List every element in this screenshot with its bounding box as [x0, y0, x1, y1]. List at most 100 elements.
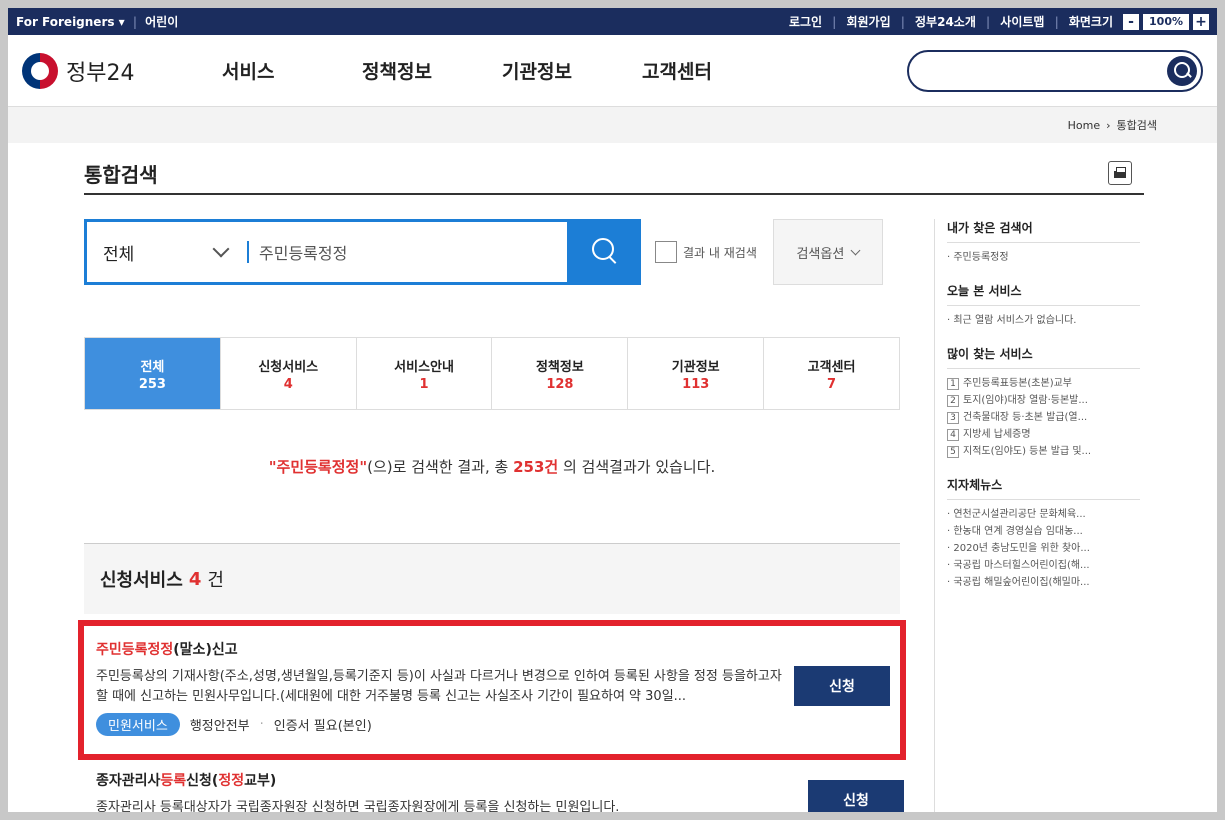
popular-item[interactable]: 5 지적도(임야도) 등본 발급 및... [947, 443, 1140, 460]
tab-count: 253 [138, 376, 166, 392]
nav-support[interactable]: 고객센터 [642, 57, 782, 84]
research-label: 결과 내 재검색 [683, 245, 757, 260]
popular-services-block: 많이 찾는 서비스 1 주민등록표등본(초본)교부 2 토지(임야)대장 열람·등본… [947, 345, 1140, 460]
today-viewed-item: · 최근 열람 서비스가 없습니다. [947, 315, 1077, 326]
kids-link[interactable]: 어린이 [145, 13, 178, 30]
news-item[interactable]: · 연천군시설관리공단 문화체육... [947, 506, 1140, 523]
tab-label: 고객센터 [807, 359, 856, 375]
news-text: 한농대 연계 경영실습 임대농... [953, 526, 1083, 537]
category-tabs: 전체 253 신청서비스 4 서비스안내 1 정책정보 128 기관정보 113… [84, 337, 900, 410]
summary-query: "주민등록정정" [268, 458, 368, 476]
tab-label: 서비스안내 [394, 359, 454, 375]
rank-number: 3 [947, 412, 959, 424]
section-header: 신청서비스 4건 [84, 543, 900, 614]
nav-policy[interactable]: 정책정보 [362, 57, 502, 84]
tab-support[interactable]: 고객센터 7 [764, 338, 899, 409]
research-checkbox[interactable] [655, 241, 677, 263]
separator: | [1054, 14, 1059, 29]
right-sidebar: 내가 찾은 검색어 · 주민등록정정 오늘 본 서비스 · 최근 열람 서비스가… [934, 219, 1140, 812]
news-text: 연천군시설관리공단 문화체육... [953, 509, 1086, 520]
nav-agency[interactable]: 기관정보 [502, 57, 642, 84]
for-foreigners-link[interactable]: For Foreigners ▾ [16, 15, 125, 29]
search-options-label: 검색옵션 [796, 246, 845, 262]
category-badge: 민원서비스 [96, 713, 180, 736]
page-header: 통합검색 [84, 153, 1144, 195]
tab-count: 128 [546, 376, 574, 392]
news-item[interactable]: · 한농대 연계 경영실습 임대농... [947, 523, 1140, 540]
tab-service-guide[interactable]: 서비스안내 1 [357, 338, 493, 409]
tab-agency[interactable]: 기관정보 113 [628, 338, 765, 409]
site-header: 정부24 서비스 정책정보 기관정보 고객센터 [8, 35, 1217, 107]
my-search-text: 주민등록정정 [953, 252, 1009, 263]
news-text: 국공립 마스터힐스어린이집(해... [953, 560, 1090, 571]
result-title-part: 교부) [244, 773, 277, 789]
tab-policy[interactable]: 정책정보 128 [492, 338, 629, 409]
result-title-rest: (말소)신고 [173, 642, 238, 658]
sidebar-heading: 오늘 본 서비스 [947, 282, 1140, 306]
zoom-out-button[interactable]: - [1123, 13, 1140, 30]
search-icon[interactable] [1167, 55, 1197, 86]
research-within[interactable]: 결과 내 재검색 [655, 241, 757, 263]
scope-select[interactable]: 전체 [87, 240, 247, 265]
today-viewed-block: 오늘 본 서비스 · 최근 열람 서비스가 없습니다. [947, 282, 1140, 329]
breadcrumb-home[interactable]: Home [1068, 119, 1100, 132]
chevron-down-icon [212, 240, 230, 258]
zoom-in-button[interactable]: + [1193, 13, 1209, 30]
popular-item[interactable]: 1 주민등록표등본(초본)교부 [947, 375, 1140, 392]
news-item[interactable]: · 국공립 해밀숲어린이집(해밀마... [947, 574, 1140, 591]
news-text: 2020년 충남도민을 위한 찾아... [953, 543, 1090, 554]
my-search-block: 내가 찾은 검색어 · 주민등록정정 [947, 219, 1140, 266]
separator: · [259, 717, 264, 732]
separator: | [132, 14, 138, 29]
search-input[interactable]: 주민등록정정 [259, 240, 567, 264]
nav-services[interactable]: 서비스 [222, 57, 362, 84]
popular-text: 토지(임야)대장 열람·등본발... [963, 395, 1088, 406]
search-options-button[interactable]: 검색옵션 [772, 219, 883, 285]
apply-button[interactable]: 신청 [794, 666, 890, 706]
zoom-level: 100% [1143, 13, 1189, 30]
result-agency: 행정안전부 [189, 719, 250, 734]
popular-item[interactable]: 3 건축물대장 등·초본 발급(열... [947, 409, 1140, 426]
separator: | [985, 14, 991, 29]
zoom-control: - 100% + [1123, 13, 1209, 30]
taegeuk-logo-icon [22, 52, 58, 89]
news-item[interactable]: · 국공립 마스터힐스어린이집(해... [947, 557, 1140, 574]
site-logo[interactable]: 정부24 [22, 52, 222, 89]
rank-number: 5 [947, 446, 959, 458]
popular-item[interactable]: 4 지방세 납세증명 [947, 426, 1140, 443]
local-news-block: 지자체뉴스 · 연천군시설관리공단 문화체육... · 한농대 연계 경영실습 … [947, 476, 1140, 591]
print-icon[interactable] [1108, 161, 1132, 185]
login-link[interactable]: 로그인 [789, 13, 822, 30]
page: For Foreigners ▾ | 어린이 로그인 | 회원가입 | 정부24… [8, 8, 1217, 812]
tab-all[interactable]: 전체 253 [85, 338, 221, 409]
result-meta: 민원서비스 행정안전부 · 인증서 필요(본인) [96, 713, 890, 736]
signup-link[interactable]: 회원가입 [846, 13, 890, 30]
result-cert: 인증서 필요(본인) [273, 719, 372, 734]
about-link[interactable]: 정부24소개 [915, 13, 976, 30]
breadcrumb: Home › 통합검색 [8, 107, 1217, 143]
logo-text: 정부24 [66, 60, 135, 86]
tab-label: 신청서비스 [258, 359, 319, 375]
tab-apply-services[interactable]: 신청서비스 4 [221, 338, 357, 409]
tab-count: 113 [682, 376, 710, 392]
popular-item[interactable]: 2 토지(임야)대장 열람·등본발... [947, 392, 1140, 409]
popular-text: 건축물대장 등·초본 발급(열... [963, 412, 1088, 423]
popular-text: 지적도(임야도) 등본 발급 및... [963, 446, 1092, 457]
rank-number: 1 [947, 378, 959, 390]
result-title[interactable]: 종자관리사등록신청(정정교부) [96, 770, 902, 790]
my-search-item[interactable]: · 주민등록정정 [947, 249, 1140, 266]
sitemap-link[interactable]: 사이트맵 [1000, 13, 1044, 30]
news-item[interactable]: · 2020년 충남도민을 위한 찾아... [947, 540, 1140, 557]
result-title[interactable]: 주민등록정정(말소)신고 [96, 639, 890, 659]
separator: | [900, 14, 906, 29]
result-item: 종자관리사등록신청(정정교부) 종자관리사 등록대상자가 국립종자원장 신청하면… [84, 770, 914, 812]
apply-button[interactable]: 신청 [808, 780, 904, 812]
utility-bar: For Foreigners ▾ | 어린이 로그인 | 회원가입 | 정부24… [8, 8, 1217, 35]
tab-count: 1 [419, 376, 429, 392]
header-search-input[interactable] [907, 49, 1203, 92]
main-nav: 서비스 정책정보 기관정보 고객센터 [222, 57, 782, 84]
search-button[interactable] [567, 219, 641, 285]
tab-count: 4 [283, 376, 293, 392]
result-description: 주민등록상의 기재사항(주소,성명,생년월일,등록기준지 등)이 사실과 다르거… [96, 669, 782, 704]
summary-text: 의 검색결과가 있습니다. [558, 458, 716, 476]
